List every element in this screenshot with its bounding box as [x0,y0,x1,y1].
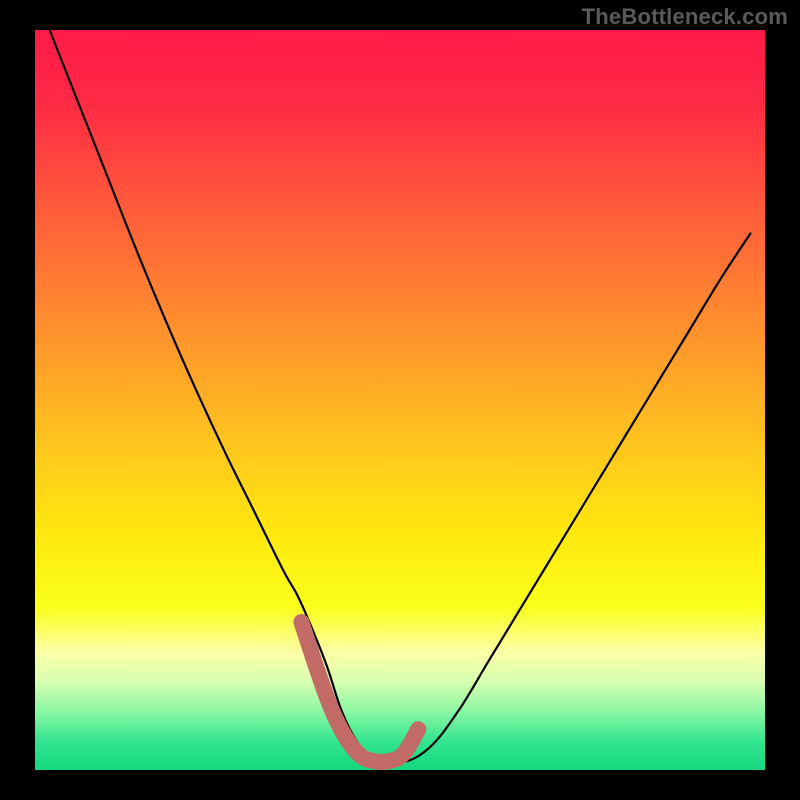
watermark-text: TheBottleneck.com [582,4,788,30]
plot-background [35,30,765,770]
chart-frame: TheBottleneck.com [0,0,800,800]
bottleneck-chart [0,0,800,800]
